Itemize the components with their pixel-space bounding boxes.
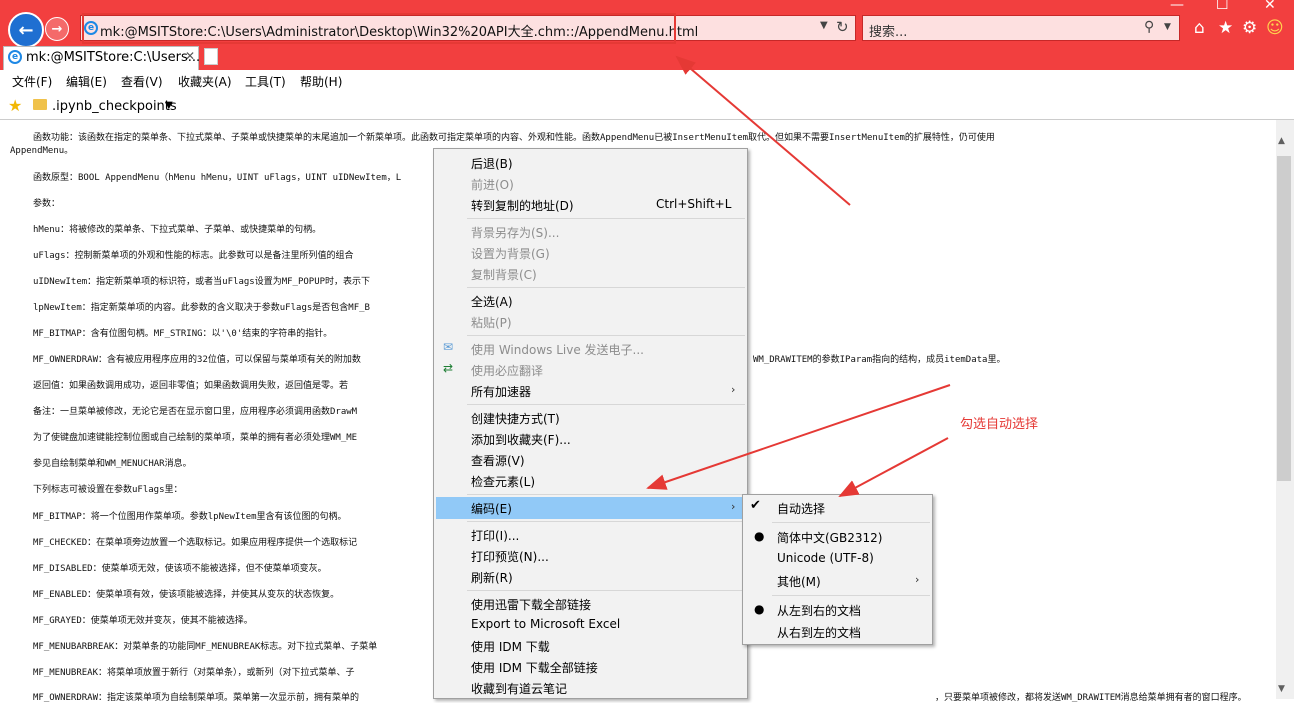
annotation-arrow xyxy=(838,437,949,497)
annotation-arrow xyxy=(675,55,851,206)
annotation-arrows xyxy=(646,55,951,497)
annotation-arrow xyxy=(646,384,951,490)
